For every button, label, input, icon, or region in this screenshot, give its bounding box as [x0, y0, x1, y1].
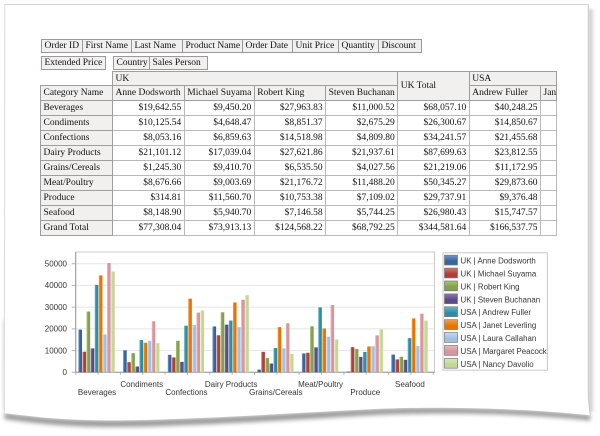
svg-text:USA | Andrew Fuller: USA | Andrew Fuller — [461, 308, 532, 317]
svg-text:USA | Laura Callahan: USA | Laura Callahan — [461, 334, 537, 343]
svg-text:UK | Robert King: UK | Robert King — [461, 282, 520, 291]
svg-text:UK | Steven Buchanan: UK | Steven Buchanan — [461, 295, 541, 304]
svg-text:Confections: Confections — [165, 388, 207, 397]
svg-text:40000: 40000 — [45, 281, 68, 290]
svg-text:Grains/Cereals: Grains/Cereals — [249, 388, 302, 397]
svg-text:Produce: Produce — [350, 388, 380, 397]
svg-text:UK | Michael Suyama: UK | Michael Suyama — [461, 270, 537, 279]
svg-text:Beverages: Beverages — [78, 388, 116, 397]
svg-text:50000: 50000 — [45, 260, 68, 269]
svg-text:10000: 10000 — [45, 346, 68, 355]
svg-text:USA | Nancy Davolio: USA | Nancy Davolio — [461, 360, 535, 369]
svg-text:Condiments: Condiments — [120, 380, 163, 389]
svg-text:UK | Anne Dodsworth: UK | Anne Dodsworth — [461, 257, 536, 266]
svg-text:30000: 30000 — [45, 303, 68, 312]
svg-text:0: 0 — [63, 368, 68, 377]
svg-text:20000: 20000 — [45, 325, 68, 334]
svg-text:Meat/Poultry: Meat/Poultry — [298, 380, 343, 389]
svg-text:USA | Janet Leverling: USA | Janet Leverling — [461, 321, 537, 330]
svg-text:Seafood: Seafood — [395, 380, 425, 389]
svg-text:USA | Margaret Peacock: USA | Margaret Peacock — [461, 347, 547, 356]
